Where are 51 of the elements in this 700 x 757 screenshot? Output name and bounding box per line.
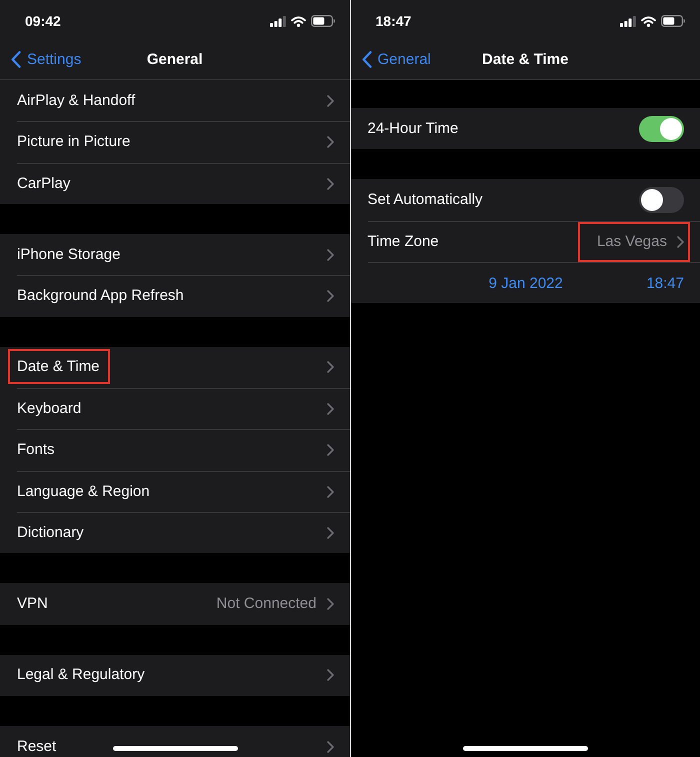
chevron-left-icon <box>362 51 372 68</box>
battery-icon <box>661 15 685 27</box>
settings-row[interactable]: Legal & Regulatory <box>0 654 350 696</box>
chevron-icon <box>326 444 334 456</box>
settings-row[interactable]: AirPlay & Handoff <box>0 80 350 122</box>
chevron-icon <box>326 94 334 107</box>
chevron-icon <box>326 527 334 540</box>
wifi-icon <box>641 16 656 26</box>
settings-row[interactable]: VPN Not Connected <box>0 583 350 625</box>
nav-title: Date & Time <box>482 51 568 68</box>
current-clock-row[interactable]: 9 Jan 2022 18:47 <box>350 262 700 304</box>
date-value: 9 Jan 2022 <box>488 274 563 292</box>
settings-row[interactable]: CarPlay <box>0 162 350 204</box>
chevron-icon <box>326 178 334 190</box>
row-label: Set Automatically <box>368 190 483 209</box>
nav-title: General <box>146 51 203 68</box>
chevron-icon <box>326 248 334 261</box>
toggle-switch[interactable] <box>639 116 684 142</box>
chevron-icon <box>326 486 334 498</box>
settings-row[interactable]: Picture in Picture <box>0 121 350 163</box>
settings-row[interactable]: Background App Refresh <box>0 275 350 317</box>
chevron-icon <box>326 403 334 416</box>
chevron-icon <box>326 361 334 374</box>
signal-icon <box>270 16 286 26</box>
time-value: 18:47 <box>646 274 684 292</box>
chevron-icon <box>326 740 334 753</box>
chevron-icon <box>326 290 334 302</box>
settings-row[interactable]: Language & Region <box>0 470 350 512</box>
settings-row[interactable]: Date & Time <box>0 346 350 388</box>
chevron-left-icon <box>11 51 21 68</box>
back-button[interactable]: Settings <box>0 49 86 70</box>
status-time: 09:42 <box>25 13 61 29</box>
battery-icon <box>310 15 334 27</box>
chevron-icon <box>326 136 334 148</box>
back-button[interactable]: General <box>350 49 435 70</box>
row-label: 24-Hour Time <box>368 120 458 138</box>
wifi-icon <box>290 16 306 26</box>
toggle-switch[interactable] <box>639 186 684 213</box>
settings-row[interactable]: Keyboard <box>0 388 350 430</box>
chevron-icon <box>326 669 334 682</box>
settings-row[interactable]: Reset <box>0 726 350 757</box>
settings-row[interactable]: Fonts <box>0 429 350 471</box>
signal-icon <box>620 16 636 26</box>
status-time: 18:47 <box>376 13 412 29</box>
row-value: Las Vegas <box>596 232 667 251</box>
settings-row[interactable]: Time Zone Las Vegas <box>350 220 700 262</box>
chevron-icon <box>326 598 334 610</box>
row-value: Not Connected <box>216 594 316 613</box>
chevron-icon <box>677 236 684 248</box>
settings-row[interactable]: Dictionary <box>0 512 350 554</box>
settings-row[interactable]: iPhone Storage <box>0 234 350 276</box>
